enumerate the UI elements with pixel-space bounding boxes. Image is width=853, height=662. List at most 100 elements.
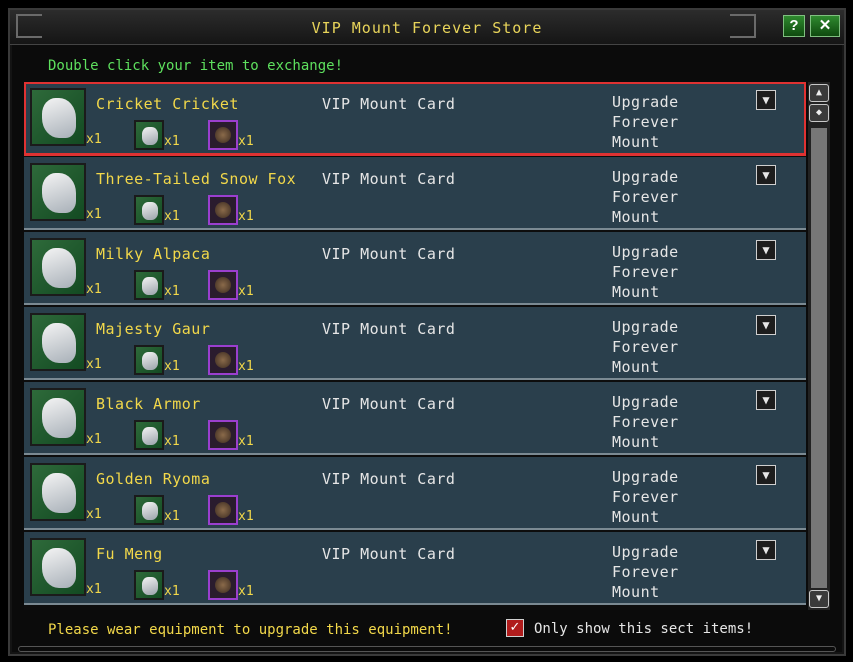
instruction-text: Double click your item to exchange! xyxy=(48,58,344,74)
required-mount-qty: x1 xyxy=(164,584,180,599)
upgrade-action-text: Upgrade Forever Mount xyxy=(612,242,752,302)
required-card-name: VIP Mount Card xyxy=(322,245,456,263)
vip-mount-card-icon xyxy=(208,570,238,600)
row-dropdown-button[interactable]: ▼ xyxy=(756,390,776,410)
mount-name: Golden Ryoma xyxy=(96,470,211,488)
upgrade-action-line2: Mount xyxy=(612,433,660,451)
mount-icon xyxy=(30,88,86,146)
mount-row[interactable]: x1 Three-Tailed Snow Fox VIP Mount Card … xyxy=(24,157,806,230)
scroll-track[interactable] xyxy=(811,128,827,588)
row-dropdown-button[interactable]: ▼ xyxy=(756,465,776,485)
close-button[interactable]: ✕ xyxy=(810,15,840,37)
mount-name: Cricket Cricket xyxy=(96,95,239,113)
vip-card-qty: x1 xyxy=(238,359,254,374)
title-ornament-right xyxy=(730,14,756,38)
required-mount-icon xyxy=(134,120,164,150)
window-title: VIP Mount Forever Store xyxy=(311,19,543,37)
mount-row[interactable]: x1 Majesty Gaur VIP Mount Card Upgrade F… xyxy=(24,307,806,380)
required-mount-icon xyxy=(134,495,164,525)
mount-row[interactable]: x1 Cricket Cricket VIP Mount Card Upgrad… xyxy=(24,82,806,156)
upgrade-action-line1: Upgrade Forever xyxy=(612,243,679,281)
vip-mount-card-icon xyxy=(208,495,238,525)
bottom-frame xyxy=(18,646,836,652)
mount-icon xyxy=(30,538,86,596)
upgrade-action-line2: Mount xyxy=(612,133,660,151)
scroll-up-button[interactable]: ◆ xyxy=(809,104,829,122)
upgrade-action-line1: Upgrade Forever xyxy=(612,318,679,356)
required-mount-qty: x1 xyxy=(164,359,180,374)
vip-card-qty: x1 xyxy=(238,434,254,449)
mount-icon xyxy=(30,388,86,446)
required-mount-icon xyxy=(134,570,164,600)
mount-name: Three-Tailed Snow Fox xyxy=(96,170,297,188)
required-mount-qty: x1 xyxy=(164,209,180,224)
required-mount-icon xyxy=(134,345,164,375)
upgrade-action-line1: Upgrade Forever xyxy=(612,168,679,206)
vip-card-qty: x1 xyxy=(238,509,254,524)
row-dropdown-button[interactable]: ▼ xyxy=(756,540,776,560)
help-button[interactable]: ? xyxy=(783,15,805,37)
mount-row[interactable]: x1 Fu Meng VIP Mount Card Upgrade Foreve… xyxy=(24,532,806,605)
vip-mount-card-icon xyxy=(208,345,238,375)
scroll-top-button[interactable]: ▲ xyxy=(809,84,829,102)
required-mount-qty: x1 xyxy=(164,509,180,524)
sect-filter-checkbox[interactable]: ✓ xyxy=(506,619,524,637)
mount-row[interactable]: x1 Black Armor VIP Mount Card Upgrade Fo… xyxy=(24,382,806,455)
upgrade-action-line2: Mount xyxy=(612,208,660,226)
upgrade-action-text: Upgrade Forever Mount xyxy=(612,542,752,602)
equipment-warning: Please wear equipment to upgrade this eq… xyxy=(48,622,453,638)
mount-qty: x1 xyxy=(86,507,102,522)
vip-card-qty: x1 xyxy=(238,284,254,299)
required-mount-icon xyxy=(134,270,164,300)
mount-qty: x1 xyxy=(86,432,102,447)
vip-mount-card-icon xyxy=(208,195,238,225)
upgrade-action-line2: Mount xyxy=(612,583,660,601)
upgrade-action-line2: Mount xyxy=(612,283,660,301)
upgrade-action-text: Upgrade Forever Mount xyxy=(612,167,752,227)
vip-card-qty: x1 xyxy=(238,134,254,149)
mount-qty: x1 xyxy=(86,357,102,372)
mount-qty: x1 xyxy=(86,207,102,222)
required-card-name: VIP Mount Card xyxy=(322,470,456,488)
upgrade-action-line1: Upgrade Forever xyxy=(612,468,679,506)
vip-card-qty: x1 xyxy=(238,209,254,224)
sect-filter-label[interactable]: Only show this sect items! xyxy=(534,621,753,637)
upgrade-action-text: Upgrade Forever Mount xyxy=(612,467,752,527)
scroll-down-button[interactable]: ▼ xyxy=(809,590,829,608)
row-dropdown-button[interactable]: ▼ xyxy=(756,315,776,335)
row-dropdown-button[interactable]: ▼ xyxy=(756,90,776,110)
required-mount-icon xyxy=(134,195,164,225)
required-card-name: VIP Mount Card xyxy=(322,320,456,338)
required-card-name: VIP Mount Card xyxy=(322,545,456,563)
upgrade-action-text: Upgrade Forever Mount xyxy=(612,92,752,152)
vip-mount-card-icon xyxy=(208,120,238,150)
upgrade-action-line2: Mount xyxy=(612,508,660,526)
required-mount-qty: x1 xyxy=(164,284,180,299)
required-mount-qty: x1 xyxy=(164,134,180,149)
upgrade-action-line2: Mount xyxy=(612,358,660,376)
mount-name: Majesty Gaur xyxy=(96,320,211,338)
upgrade-action-text: Upgrade Forever Mount xyxy=(612,317,752,377)
upgrade-action-line1: Upgrade Forever xyxy=(612,543,679,581)
required-card-name: VIP Mount Card xyxy=(322,95,456,113)
mount-icon xyxy=(30,463,86,521)
mount-list: x1 Cricket Cricket VIP Mount Card Upgrad… xyxy=(24,82,806,610)
upgrade-action-line1: Upgrade Forever xyxy=(612,393,679,431)
required-card-name: VIP Mount Card xyxy=(322,170,456,188)
mount-qty: x1 xyxy=(86,282,102,297)
mount-row[interactable]: x1 Milky Alpaca VIP Mount Card Upgrade F… xyxy=(24,232,806,305)
required-mount-icon xyxy=(134,420,164,450)
row-dropdown-button[interactable]: ▼ xyxy=(756,240,776,260)
vip-mount-card-icon xyxy=(208,270,238,300)
mount-row[interactable]: x1 Golden Ryoma VIP Mount Card Upgrade F… xyxy=(24,457,806,530)
mount-icon xyxy=(30,163,86,221)
title-bar: VIP Mount Forever Store ? ✕ xyxy=(10,10,844,45)
row-dropdown-button[interactable]: ▼ xyxy=(756,165,776,185)
mount-qty: x1 xyxy=(86,582,102,597)
mount-qty: x1 xyxy=(86,132,102,147)
upgrade-action-line1: Upgrade Forever xyxy=(612,93,679,131)
scrollbar[interactable]: ▲ ◆ ▼ xyxy=(808,82,830,610)
upgrade-action-text: Upgrade Forever Mount xyxy=(612,392,752,452)
required-mount-qty: x1 xyxy=(164,434,180,449)
mount-name: Black Armor xyxy=(96,395,201,413)
